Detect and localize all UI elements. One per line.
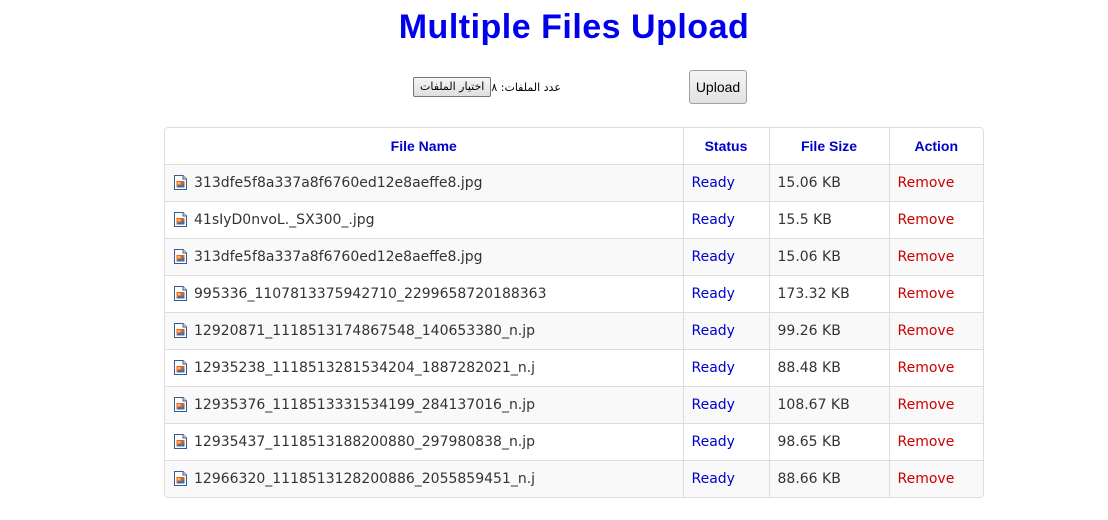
table-row: 12935437_1118513188200880_297980838_n.jp… bbox=[165, 423, 983, 461]
file-size-cell: 15.06 KB bbox=[768, 238, 889, 276]
file-name-cell: 12920871_1118513174867548_140653380_n.jp bbox=[165, 312, 683, 350]
table-row: 12935238_1118513281534204_1887282021_n.j… bbox=[165, 349, 983, 387]
file-name-cell: 995336_1107813375942710_2299658720188363 bbox=[165, 275, 683, 313]
file-name: 12935437_1118513188200880_297980838_n.jp bbox=[194, 434, 536, 450]
file-name-cell: 313dfe5f8a337a8f6760ed12e8aeffe8.jpg bbox=[165, 238, 683, 276]
table-row: 12935376_1118513331534199_284137016_n.jp… bbox=[165, 386, 983, 424]
remove-link[interactable]: Remove bbox=[898, 249, 955, 265]
page-title: Multiple Files Upload bbox=[398, 8, 750, 46]
table-row: 12920871_1118513174867548_140653380_n.jp… bbox=[165, 312, 983, 350]
image-file-icon bbox=[174, 249, 187, 264]
file-name: 12935376_1118513331534199_284137016_n.jp bbox=[194, 397, 536, 413]
file-name-cell: 41sIyD0nvoL._SX300_.jpg bbox=[165, 201, 683, 239]
file-size-cell: 98.65 KB bbox=[768, 423, 889, 461]
status-cell: Ready bbox=[682, 238, 769, 276]
table-row: 313dfe5f8a337a8f6760ed12e8aeffe8.jpg Read… bbox=[165, 164, 983, 202]
status-cell: Ready bbox=[682, 460, 769, 497]
remove-link[interactable]: Remove bbox=[898, 434, 955, 450]
action-cell: Remove bbox=[888, 312, 983, 350]
file-name: 12935238_1118513281534204_1887282021_n.j bbox=[194, 360, 536, 376]
column-header-file-name[interactable]: File Name bbox=[165, 128, 683, 165]
status-cell: Ready bbox=[682, 201, 769, 239]
action-cell: Remove bbox=[888, 164, 983, 202]
file-size-cell: 88.66 KB bbox=[768, 460, 889, 497]
file-size-cell: 15.06 KB bbox=[768, 164, 889, 202]
action-cell: Remove bbox=[888, 423, 983, 461]
status-cell: Ready bbox=[682, 164, 769, 202]
file-count-label: عدد الملفات: ٨ bbox=[491, 80, 561, 94]
file-picker: عدد الملفات: ٨ اختيار الملفات bbox=[407, 76, 561, 98]
column-header-action[interactable]: Action bbox=[888, 128, 983, 165]
image-file-icon bbox=[174, 360, 187, 375]
file-name: 313dfe5f8a337a8f6760ed12e8aeffe8.jpg bbox=[194, 249, 483, 265]
file-size-cell: 88.48 KB bbox=[768, 349, 889, 387]
action-cell: Remove bbox=[888, 349, 983, 387]
file-name: 995336_1107813375942710_2299658720188363 bbox=[194, 286, 547, 302]
action-cell: Remove bbox=[888, 275, 983, 313]
file-name: 313dfe5f8a337a8f6760ed12e8aeffe8.jpg bbox=[194, 175, 483, 191]
image-file-icon bbox=[174, 286, 187, 301]
table-row: 41sIyD0nvoL._SX300_.jpg Ready 15.5 KB Remov… bbox=[165, 201, 983, 239]
remove-link[interactable]: Remove bbox=[898, 175, 955, 191]
remove-link[interactable]: Remove bbox=[898, 397, 955, 413]
status-cell: Ready bbox=[682, 349, 769, 387]
remove-link[interactable]: Remove bbox=[898, 471, 955, 487]
file-name: 41sIyD0nvoL._SX300_.jpg bbox=[194, 212, 375, 228]
file-size-cell: 173.32 KB bbox=[768, 275, 889, 313]
file-name: 12966320_1118513128200886_2055859451_n.j bbox=[194, 471, 536, 487]
file-name-cell: 12966320_1118513128200886_2055859451_n.j bbox=[165, 460, 683, 497]
remove-link[interactable]: Remove bbox=[898, 212, 955, 228]
image-file-icon bbox=[174, 175, 187, 190]
action-cell: Remove bbox=[888, 460, 983, 497]
status-cell: Ready bbox=[682, 423, 769, 461]
file-name-cell: 12935437_1118513188200880_297980838_n.jp bbox=[165, 423, 683, 461]
action-cell: Remove bbox=[888, 386, 983, 424]
upload-button[interactable]: Upload bbox=[689, 70, 747, 104]
file-name-cell: 12935238_1118513281534204_1887282021_n.j bbox=[165, 349, 683, 387]
action-cell: Remove bbox=[888, 238, 983, 276]
column-header-file-size[interactable]: File Size bbox=[768, 128, 889, 165]
remove-link[interactable]: Remove bbox=[898, 360, 955, 376]
action-cell: Remove bbox=[888, 201, 983, 239]
image-file-icon bbox=[174, 397, 187, 412]
table-row: 12966320_1118513128200886_2055859451_n.j… bbox=[165, 460, 983, 497]
table-row: 995336_1107813375942710_2299658720188363… bbox=[165, 275, 983, 313]
status-cell: Ready bbox=[682, 386, 769, 424]
file-size-cell: 15.5 KB bbox=[768, 201, 889, 239]
remove-link[interactable]: Remove bbox=[898, 286, 955, 302]
file-name-cell: 12935376_1118513331534199_284137016_n.jp bbox=[165, 386, 683, 424]
file-name-cell: 313dfe5f8a337a8f6760ed12e8aeffe8.jpg bbox=[165, 164, 683, 202]
remove-link[interactable]: Remove bbox=[898, 323, 955, 339]
choose-files-button[interactable]: اختيار الملفات bbox=[413, 77, 492, 97]
image-file-icon bbox=[174, 434, 187, 449]
status-cell: Ready bbox=[682, 275, 769, 313]
column-header-status[interactable]: Status bbox=[682, 128, 769, 165]
image-file-icon bbox=[174, 212, 187, 227]
image-file-icon bbox=[174, 471, 187, 486]
table-header-row: File Name Status File Size Action bbox=[165, 128, 983, 165]
image-file-icon bbox=[174, 323, 187, 338]
file-size-cell: 108.67 KB bbox=[768, 386, 889, 424]
table-row: 313dfe5f8a337a8f6760ed12e8aeffe8.jpg Read… bbox=[165, 238, 983, 276]
files-table: File Name Status File Size Action 313dfe… bbox=[164, 127, 984, 498]
status-cell: Ready bbox=[682, 312, 769, 350]
file-size-cell: 99.26 KB bbox=[768, 312, 889, 350]
file-name: 12920871_1118513174867548_140653380_n.jp bbox=[194, 323, 536, 339]
